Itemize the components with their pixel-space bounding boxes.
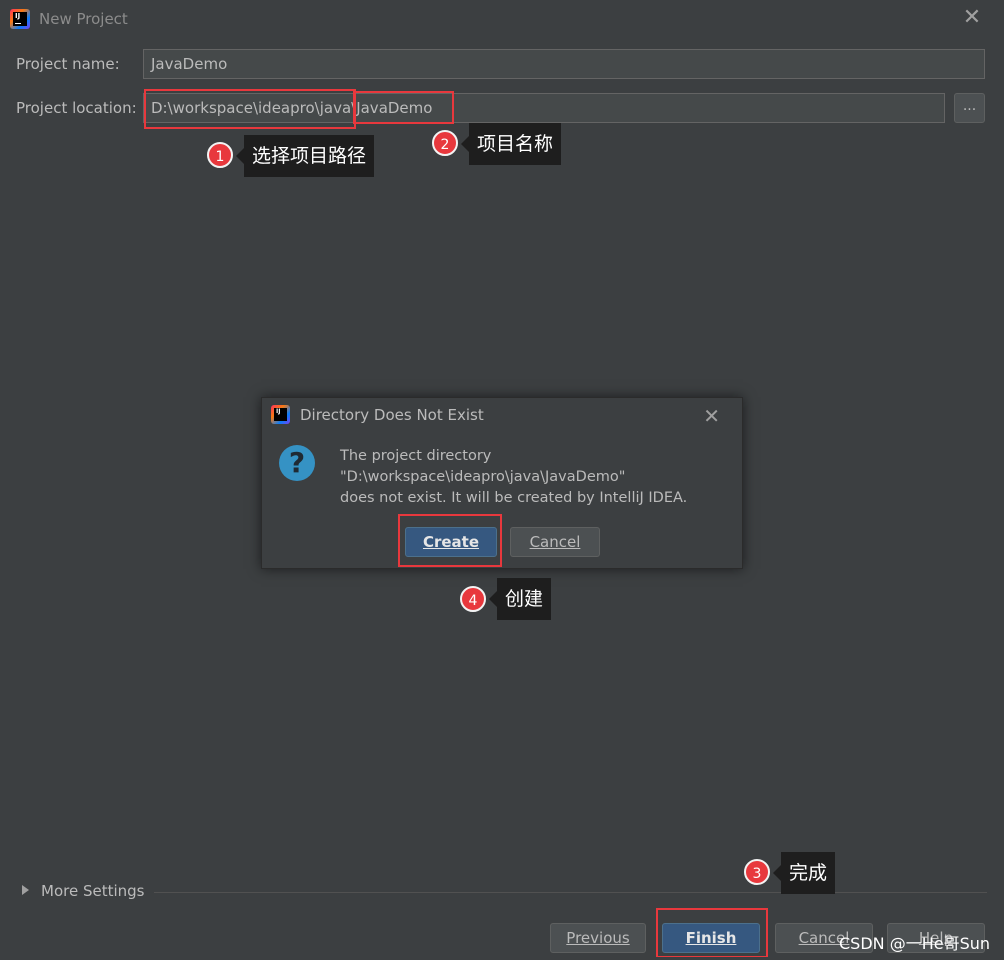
previous-button[interactable]: Previous (550, 923, 646, 953)
dialog-message: The project directory "D:\workspace\idea… (340, 446, 687, 509)
intellij-idea-icon: IJ (10, 9, 30, 29)
expand-triangle-icon (22, 885, 29, 895)
question-icon: ? (279, 445, 315, 481)
dialog-message-line: The project directory (340, 448, 492, 464)
annotation-badge-2: 2 (432, 130, 458, 156)
title-bar: IJ New Project ✕ (0, 0, 1004, 38)
watermark: CSDN @一He哥Sun (839, 934, 991, 953)
finish-highlight-box (656, 908, 768, 958)
annotation-callout-1: 选择项目路径 (235, 135, 375, 177)
annotation-callout-4: 创建 (488, 578, 552, 620)
project-name-label: Project name: (16, 55, 120, 73)
project-location-label: Project location: (16, 99, 137, 117)
close-icon[interactable]: ✕ (962, 7, 982, 29)
dialog-message-line: does not exist. It will be created by In… (340, 490, 688, 506)
window-title: New Project (39, 10, 128, 28)
intellij-idea-icon: IJ (271, 405, 290, 424)
path-highlight-box (144, 89, 356, 129)
annotation-callout-2: 项目名称 (460, 123, 562, 165)
more-settings-label: More Settings (41, 882, 145, 900)
annotation-badge-1: 1 (207, 142, 233, 168)
dialog-close-icon[interactable]: ✕ (703, 404, 720, 428)
dialog-cancel-button[interactable]: Cancel (510, 527, 600, 557)
annotation-badge-4: 4 (460, 586, 486, 612)
annotation-callout-3: 完成 (772, 852, 836, 894)
separator (154, 892, 987, 893)
app-icon-label: IJ (13, 12, 27, 26)
more-settings-toggle[interactable]: More Settings (22, 882, 144, 900)
project-name-input[interactable]: JavaDemo (143, 49, 985, 79)
directory-not-exist-dialog: IJ Directory Does Not Exist ✕ ? The proj… (261, 397, 743, 569)
dialog-title: Directory Does Not Exist (300, 406, 484, 424)
browse-button[interactable]: ... (954, 93, 985, 123)
annotation-badge-3: 3 (744, 859, 770, 885)
create-highlight-box (398, 514, 502, 567)
dialog-message-line: "D:\workspace\ideapro\java\JavaDemo" (340, 469, 626, 485)
new-project-window: IJ New Project ✕ Project name: JavaDemo … (0, 0, 1004, 960)
name-highlight-box (353, 91, 454, 124)
dialog-icon-label: IJ (274, 408, 287, 421)
